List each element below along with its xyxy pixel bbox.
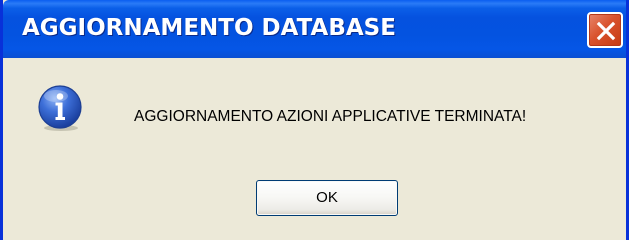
message-dialog-window: AGGIORNAMENTO DATABASE AGGIORNAMENTO AZI… xyxy=(0,0,629,240)
information-icon xyxy=(38,85,82,131)
dialog-message: AGGIORNAMENTO AZIONI APPLICATIVE TERMINA… xyxy=(134,108,527,125)
window-title: AGGIORNAMENTO DATABASE xyxy=(22,15,396,41)
dialog-body: AGGIORNAMENTO AZIONI APPLICATIVE TERMINA… xyxy=(3,58,626,240)
close-button[interactable] xyxy=(587,12,623,48)
close-icon xyxy=(596,21,616,41)
title-bar[interactable]: AGGIORNAMENTO DATABASE xyxy=(3,0,626,58)
ok-button[interactable]: OK xyxy=(256,180,398,216)
